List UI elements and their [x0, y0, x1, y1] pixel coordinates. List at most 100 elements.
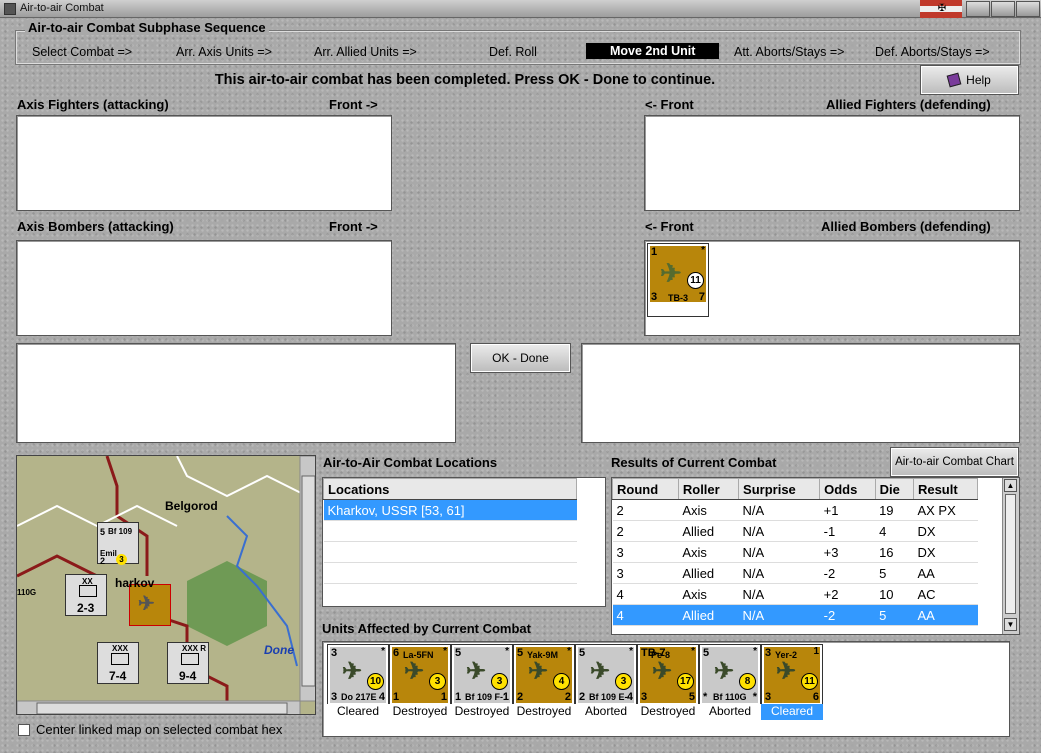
scroll-up-icon[interactable]: ▲	[1004, 479, 1017, 492]
axis-bombers-label: Axis Bombers (attacking)	[17, 219, 174, 234]
result-row[interactable]: 3 Axis N/A +3 16 DX	[612, 541, 978, 563]
plane-icon: ✈	[466, 658, 487, 685]
plane-icon: ✈	[776, 658, 797, 685]
result-row[interactable]: 3 Allied N/A -2 5 AA	[612, 562, 978, 584]
status-headline: This air-to-air combat has been complete…	[214, 72, 716, 88]
axis-fighters-front-label: Front ->	[329, 97, 378, 112]
map-done-label: Done	[264, 643, 294, 657]
allied-fighters-label: Allied Fighters (defending)	[826, 97, 991, 112]
unit-counter[interactable]: 5 * ✈ 3 1 1 Destroyed	[451, 644, 513, 720]
unit-counter[interactable]: 5 * ✈ 8 * * Aborted	[699, 644, 761, 720]
unit-status: Destroyed	[637, 704, 699, 720]
step-arr-axis: Arr. Axis Units =>	[176, 45, 272, 59]
unit-name: La-5FN	[403, 650, 434, 660]
combat-chart-button[interactable]: Air-to-air Combat Chart	[890, 447, 1019, 477]
result-row[interactable]: 4 Axis N/A +2 10 AC	[612, 583, 978, 605]
col-surprise: Surprise	[738, 478, 821, 500]
unit-status: Destroyed	[451, 704, 513, 720]
scroll-down-icon[interactable]: ▼	[1004, 618, 1017, 631]
sequence-box: Air-to-air Combat Subphase Sequence Sele…	[15, 20, 1021, 65]
app-icon	[4, 3, 16, 15]
map-city-belgorod: Belgorod	[165, 499, 218, 513]
units-title: Units Affected by Current Combat	[322, 621, 531, 636]
unit-counter[interactable]: 5 * ✈ 3 2 4 Aborted	[575, 644, 637, 720]
unit-name: Pe-8	[651, 650, 671, 660]
axis-detail-panel	[16, 343, 456, 443]
col-odds: Odds	[819, 478, 876, 500]
locations-header: Locations	[323, 478, 577, 500]
step-arr-allied: Arr. Allied Units =>	[314, 45, 417, 59]
help-label: Help	[966, 73, 991, 87]
help-button[interactable]: Help	[920, 65, 1019, 95]
map-counter-7-4[interactable]: XXX 7-4	[97, 642, 139, 684]
plane-icon: ✈	[590, 658, 611, 685]
result-row[interactable]: 4 Allied N/A -2 5 AA	[612, 604, 978, 626]
results-scrollbar[interactable]: ▲ ▼	[1002, 478, 1019, 634]
unit-counter[interactable]: 3 * ✈ 10 3 4 Cleared	[327, 644, 389, 720]
results-table[interactable]: Round Roller Surprise Odds Die Result 2A…	[611, 477, 1020, 635]
plane-icon: ✈	[528, 658, 549, 685]
units-panel: 3 * ✈ 10 3 4 Cleared 6 * ✈ 3 1 1 Destroy…	[322, 641, 1010, 737]
sequence-legend: Air-to-air Combat Subphase Sequence	[25, 20, 269, 35]
map-partial-city: harkov	[115, 576, 155, 590]
locations-list[interactable]: Locations Kharkov, USSR [53, 61]	[322, 477, 606, 607]
ok-done-label: OK - Done	[492, 351, 549, 365]
allied-fighters-panel[interactable]	[644, 115, 1020, 211]
map-counter-9-4[interactable]: XXX R 9-4	[167, 642, 209, 684]
plane-icon: ✈	[652, 658, 673, 685]
center-map-checkbox[interactable]	[18, 724, 30, 736]
unit-name: Yak-9M	[527, 650, 559, 660]
results-title: Results of Current Combat	[611, 455, 777, 470]
col-die: Die	[874, 478, 914, 500]
unit-status: Cleared	[761, 704, 823, 720]
close-button[interactable]	[1016, 1, 1040, 17]
allied-bombers-label: Allied Bombers (defending)	[821, 219, 991, 234]
title-bar: Air-to-air Combat ✠	[0, 0, 1041, 18]
unit-name: Bf 110G	[713, 692, 747, 702]
center-map-label: Center linked map on selected combat hex	[36, 722, 283, 737]
location-row[interactable]: Kharkov, USSR [53, 61]	[323, 499, 577, 521]
linked-map[interactable]: Belgorod 5 Bf 109 Emil 2 3 XX 2-3 ✈ 110G…	[16, 455, 316, 715]
map-counter-bf109[interactable]: 5 Bf 109 Emil 2 3	[97, 522, 139, 566]
unit-status: Destroyed	[389, 704, 451, 720]
flag-icon: ✠	[920, 0, 962, 18]
step-def-roll: Def. Roll	[489, 45, 537, 59]
col-result: Result	[912, 478, 979, 500]
unit-name: Yer-2	[775, 650, 798, 660]
maximize-button[interactable]	[991, 1, 1015, 17]
step-def-aborts: Def. Aborts/Stays =>	[875, 45, 990, 59]
result-row[interactable]: 2 Axis N/A +1 19 AX PX	[612, 499, 978, 521]
col-roller: Roller	[677, 478, 740, 500]
step-move-2nd-unit: Move 2nd Unit	[586, 43, 720, 59]
result-row[interactable]: 2 Allied N/A -1 4 DX	[612, 520, 978, 542]
allied-bombers-front-label: <- Front	[645, 219, 694, 234]
unit-name: Bf 109 E-4 Emil	[589, 692, 629, 702]
plane-icon: ✈	[660, 258, 682, 288]
axis-fighters-label: Axis Fighters (attacking)	[17, 97, 169, 112]
axis-fighters-panel[interactable]	[16, 115, 392, 211]
allied-detail-panel	[581, 343, 1020, 443]
scroll-thumb[interactable]	[1005, 494, 1016, 614]
ok-done-button[interactable]: OK - Done	[470, 343, 571, 373]
map-partial-110g: 110G	[17, 588, 37, 597]
unit-status: Aborted	[575, 704, 637, 720]
unit-name: Bf 109 F-1	[465, 692, 505, 702]
minimize-button[interactable]	[966, 1, 990, 17]
unit-name: Do 217E	[341, 692, 377, 702]
col-round: Round	[612, 478, 679, 500]
map-counter-2-3[interactable]: XX 2-3	[65, 574, 107, 616]
axis-bombers-front-label: Front ->	[329, 219, 378, 234]
tb3-counter[interactable]: 1 * ✈ 11 3 TB-3 7	[647, 243, 709, 317]
step-att-aborts: Att. Aborts/Stays =>	[734, 45, 845, 59]
unit-status: Cleared	[327, 704, 389, 720]
allied-bombers-panel[interactable]: 1 * ✈ 11 3 TB-3 7	[644, 240, 1020, 336]
locations-title: Air-to-Air Combat Locations	[323, 455, 498, 470]
axis-bombers-panel[interactable]	[16, 240, 392, 336]
step-select-combat: Select Combat =>	[32, 45, 133, 59]
unit-status: Aborted	[699, 704, 761, 720]
map-plane-icon: ✈	[138, 593, 155, 615]
map-counter-selected-allied[interactable]: ✈	[129, 584, 171, 626]
plane-icon: ✈	[404, 658, 425, 685]
plane-icon: ✈	[714, 658, 735, 685]
window-title: Air-to-air Combat	[20, 2, 104, 14]
